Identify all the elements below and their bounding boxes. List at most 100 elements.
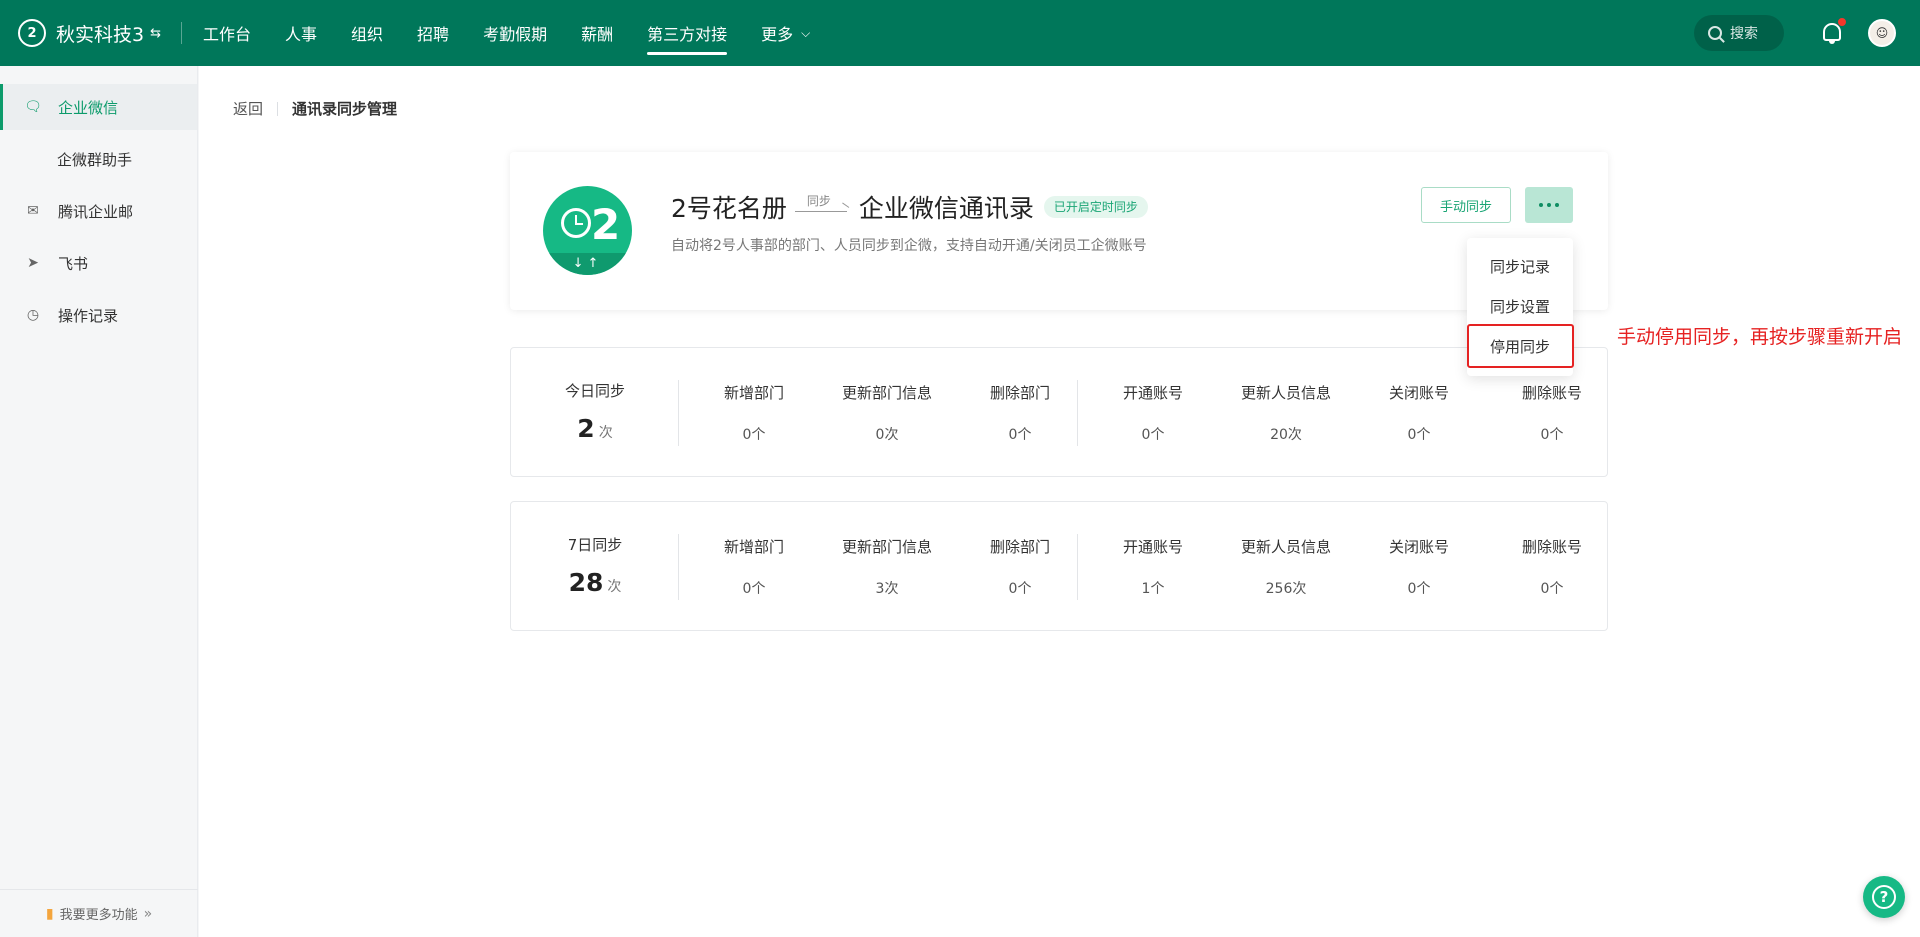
stat-updated-people: 更新人员信息 256次 [1220, 502, 1352, 632]
more-actions-button[interactable] [1525, 187, 1573, 223]
stat-label: 删除账号 [1521, 384, 1582, 402]
bar-chart-icon: ▮ [45, 905, 54, 922]
sidebar-item-tencent-mail[interactable]: ✉ 腾讯企业邮 [0, 188, 197, 234]
help-button[interactable]: ? [1863, 876, 1905, 918]
sync-arrow-label: 同步 [806, 194, 831, 208]
stat-total-unit: 次 [598, 425, 613, 441]
nav-recruiting[interactable]: 招聘 [400, 0, 466, 66]
stat-label: 新增部门 [723, 538, 784, 556]
stat-closed-accounts: 关闭账号 0个 [1353, 348, 1485, 478]
sidebar-item-label: 腾讯企业邮 [58, 202, 134, 221]
nav-third-party[interactable]: 第三方对接 [630, 0, 744, 66]
stat-total-number: 28 [568, 568, 604, 597]
stat-label: 开通账号 [1122, 538, 1183, 556]
stat-total-value: 28 次 [511, 568, 679, 597]
stat-label: 关闭账号 [1388, 384, 1449, 402]
stat-value: 0次 [875, 427, 899, 443]
stat-opened-accounts: 开通账号 0个 [1087, 348, 1219, 478]
breadcrumb: 返回 通讯录同步管理 [233, 98, 397, 119]
stat-new-departments: 新增部门 0个 [688, 502, 820, 632]
nav-personnel[interactable]: 人事 [268, 0, 334, 66]
nav-attendance[interactable]: 考勤假期 [466, 0, 564, 66]
brand[interactable]: 2 秋实科技3 ⇆ [0, 0, 161, 66]
sidebar-item-feishu[interactable]: ➤ 飞书 [0, 240, 197, 286]
search-icon [1708, 26, 1722, 40]
sync-target: 企业微信通讯录 [858, 194, 1034, 223]
stat-value: 0个 [1407, 581, 1431, 597]
stat-updated-departments: 更新部门信息 3次 [821, 502, 953, 632]
sidebar-item-label: 企微群助手 [57, 150, 133, 169]
status-badge: 已开启定时同步 [1043, 196, 1148, 218]
company-name[interactable]: 秋实科技3 [56, 20, 144, 47]
stat-value: 3次 [875, 581, 899, 597]
search-placeholder: 搜索 [1730, 26, 1758, 42]
stat-total: 今日同步 2次 [511, 348, 679, 478]
stat-value: 256次 [1265, 581, 1307, 597]
sidebar-item-label: 操作记录 [58, 306, 119, 325]
menu-item-stop-sync[interactable]: 停用同步 [1467, 329, 1573, 365]
menu-item-sync-records[interactable]: 同步记录 [1467, 249, 1573, 285]
dot-icon [1539, 203, 1543, 207]
stat-value: 0个 [742, 427, 766, 443]
sync-overview-card: 2 ↓↑ 2号花名册 同步 企业微信通讯录 已开启定时同步 自动将2号人事部的部… [510, 152, 1608, 310]
sync-arrow-icon: 同步 [794, 192, 851, 222]
manual-sync-button[interactable]: 手动同步 [1421, 187, 1511, 223]
stat-label: 删除账号 [1521, 538, 1582, 556]
sidebar-item-label: 飞书 [58, 254, 89, 273]
more-features-label: 我要更多功能 [59, 908, 138, 923]
search-input[interactable]: 搜索 [1694, 15, 1784, 51]
stat-total-unit: 次 [607, 579, 622, 595]
menu-item-sync-settings[interactable]: 同步设置 [1467, 289, 1573, 325]
mail-icon: ✉ [27, 203, 39, 219]
stat-label: 新增部门 [723, 384, 784, 402]
annotation-text: 手动停用同步，再按步骤重新开启 [1617, 326, 1903, 348]
user-avatar[interactable]: ☺ [1868, 19, 1896, 47]
sidebar-item-operation-log[interactable]: ◷ 操作记录 [0, 292, 197, 338]
logo-digit: 2 [591, 200, 621, 249]
nav-workbench[interactable]: 工作台 [186, 0, 268, 66]
stat-label: 删除部门 [989, 538, 1050, 556]
stat-opened-accounts: 开通账号 1个 [1087, 502, 1219, 632]
nav-more[interactable]: 更多 ⌵ [744, 0, 827, 66]
clock-icon: ◷ [26, 307, 40, 323]
stat-value: 0个 [1540, 581, 1564, 597]
main-content: 返回 通讯录同步管理 2 ↓↑ 2号花名册 同步 企业微信通讯录 已开启定时同步… [199, 66, 1920, 937]
stat-total-label: 7日同步 [567, 536, 623, 554]
stat-deleted-departments: 删除部门 0个 [954, 502, 1086, 632]
stat-deleted-accounts: 删除账号 0个 [1486, 502, 1618, 632]
notification-bell-icon[interactable] [1820, 17, 1847, 45]
today-sync-stats: 今日同步 2次 新增部门 0个 更新部门信息 0次 删除部门 0个 开通账号 0… [510, 347, 1608, 477]
nav-more-label: 更多 [761, 25, 794, 44]
brand-logo-icon: 2 [18, 19, 46, 47]
switch-company-icon[interactable]: ⇆ [150, 26, 161, 41]
dot-icon [1555, 203, 1559, 207]
top-bar: 2 秋实科技3 ⇆ 工作台 人事 组织 招聘 考勤假期 薪酬 第三方对接 更多 … [0, 0, 1920, 66]
stat-updated-departments: 更新部门信息 0次 [821, 348, 953, 478]
sidebar-item-wechat-work[interactable]: 🗨 企业微信 [0, 84, 197, 130]
stat-label: 开通账号 [1122, 384, 1183, 402]
more-actions-menu: 同步记录 同步设置 停用同步 [1467, 238, 1573, 376]
stat-total: 7日同步 28 次 [511, 502, 679, 632]
stat-divider [1077, 534, 1078, 600]
stat-new-departments: 新增部门 0个 [688, 348, 820, 478]
stat-value: 0个 [1008, 427, 1032, 443]
more-features-link[interactable]: ▮ 我要更多功能 » [0, 889, 198, 937]
stat-deleted-departments: 删除部门 0个 [954, 348, 1086, 478]
nav-payroll[interactable]: 薪酬 [564, 0, 630, 66]
stat-divider [1077, 380, 1078, 446]
stat-closed-accounts: 关闭账号 0个 [1353, 502, 1485, 632]
dot-icon [1547, 203, 1551, 207]
question-icon: ? [1872, 885, 1896, 909]
sidebar-item-group-assistant[interactable]: 企微群助手 [0, 136, 197, 182]
stat-total-label: 今日同步 [564, 382, 625, 400]
main-nav: 工作台 人事 组织 招聘 考勤假期 薪酬 第三方对接 更多 ⌵ [186, 0, 827, 66]
double-chevron-right-icon: » [143, 905, 153, 922]
sync-title: 2号花名册 同步 企业微信通讯录 已开启定时同步 [671, 189, 1148, 225]
stat-total-number: 2 [577, 414, 595, 443]
nav-organization[interactable]: 组织 [334, 0, 400, 66]
sidebar-item-label: 企业微信 [58, 98, 119, 117]
sync-description: 自动将2号人事部的部门、人员同步到企微，支持自动开通/关闭员工企微账号 [671, 238, 1147, 254]
back-link[interactable]: 返回 [233, 98, 263, 119]
stopwatch-icon [561, 208, 591, 238]
brand-divider [181, 22, 182, 44]
